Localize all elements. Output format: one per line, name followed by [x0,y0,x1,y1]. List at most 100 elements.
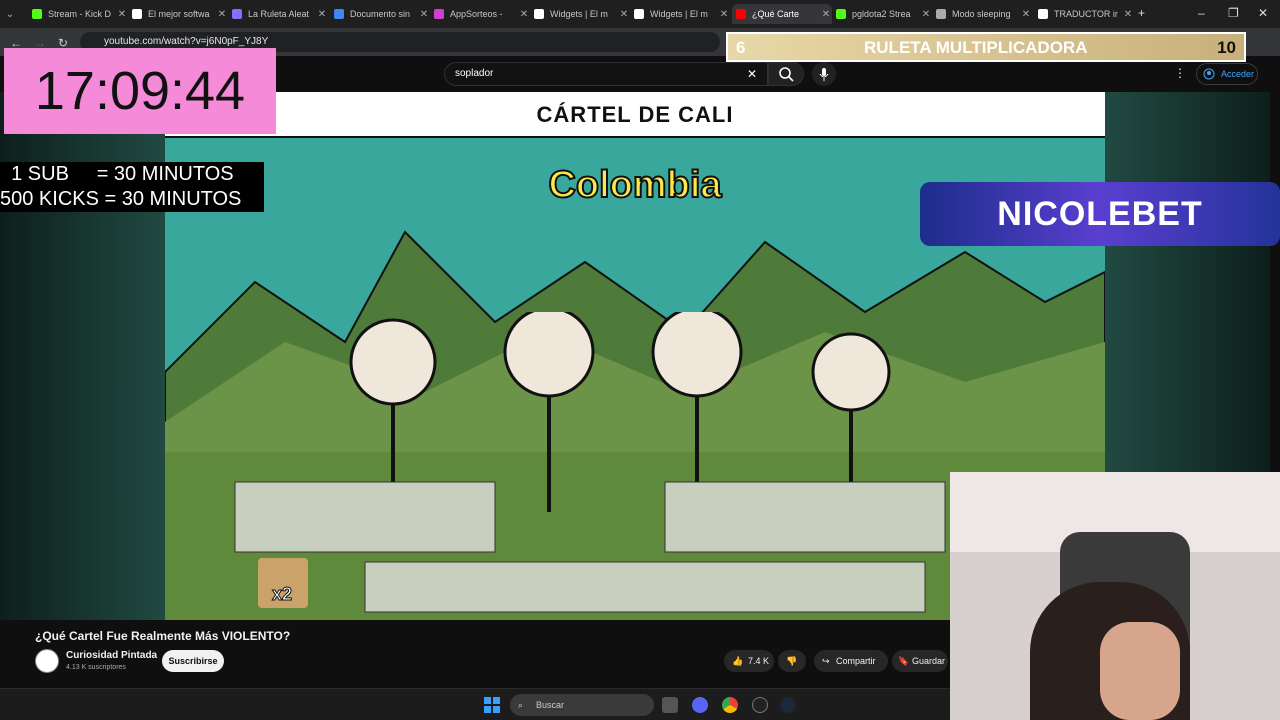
account-icon [1203,68,1215,80]
save-label: Guardar [912,656,946,666]
browser-tab[interactable]: Widgets | El m ✕ [530,4,630,24]
tab-favicon-icon [534,9,544,19]
sub-rule: 1 SUB = 30 MINUTOS [0,163,234,185]
tab-favicon-icon [936,9,946,19]
tab-close-icon[interactable]: ✕ [418,9,430,20]
like-button[interactable]: 👍 7.4 K [724,650,774,672]
browser-tab[interactable]: La Ruleta Aleat ✕ [228,4,328,24]
thumbs-up-icon: 👍 [732,656,744,666]
roulette-multiplier-widget: 6 RULETA MULTIPLICADORA 10 [726,32,1246,62]
tab-close-icon[interactable]: ✕ [920,9,932,20]
tab-label: ¿Qué Carte [752,9,800,19]
tab-favicon-icon [1038,9,1048,19]
tab-close-icon[interactable]: ✕ [116,9,128,20]
video-title: ¿Qué Cartel Fue Realmente Más VIOLENTO? [35,629,291,643]
tab-favicon-icon [434,9,444,19]
video-banner-title: CÁRTEL DE CALI [165,92,1105,138]
tab-favicon-icon [232,9,242,19]
tab-close-icon[interactable]: ✕ [518,9,530,20]
dislike-button[interactable]: 👎 [778,650,806,672]
more-options-icon[interactable]: ⋮ [1174,66,1186,80]
windows-start-icon[interactable] [484,697,500,713]
webcam-overlay [950,472,1280,720]
search-value: soplador [455,68,494,79]
sponsor-banner: NICOLEBET [920,182,1280,246]
voice-search-button[interactable] [812,62,836,86]
steam-icon[interactable] [780,697,796,713]
browser-tab[interactable]: ¿Qué Carte ✕ [732,4,832,24]
sign-in-label: Acceder [1221,69,1255,79]
search-input[interactable]: soplador ✕ [444,62,768,86]
kicks-rule: 500 KICKS = 30 MINUTOS [0,188,242,210]
tab-label: Modo sleeping [952,9,1011,19]
tab-close-icon[interactable]: ✕ [1020,9,1032,20]
subathon-rules: 1 SUB = 30 MINUTOS 500 KICKS = 30 MINUTO… [0,162,264,212]
close-window-icon[interactable]: ✕ [1258,6,1268,20]
browser-tab[interactable]: El mejor softwa ✕ [128,4,228,24]
tab-close-icon[interactable]: ✕ [718,9,730,20]
channel-name[interactable]: Curiosidad Pintada [66,650,157,661]
share-label: Compartir [836,656,876,666]
tab-label: La Ruleta Aleat [248,9,310,19]
tab-label: El mejor softwa [148,9,210,19]
tab-label: TRADUCTOR ir [1054,9,1118,19]
bookmark-icon: 🔖 [898,656,910,666]
windows-taskbar: ⌕ Buscar [0,688,950,720]
tab-close-icon[interactable]: ✕ [1122,9,1134,20]
tab-favicon-icon [334,9,344,19]
stream-timer: 17:09:44 [4,48,276,134]
discord-icon[interactable] [692,697,708,713]
tab-favicon-icon [32,9,42,19]
tab-favicon-icon [634,9,644,19]
santa-dog-emote: x2 [258,558,308,608]
obs-icon[interactable] [752,697,768,713]
channel-avatar[interactable] [35,649,59,673]
new-tab-icon[interactable]: + [1138,6,1145,20]
tab-label: Documento sin [350,9,411,19]
subscriber-count: 4.13 K suscriptores [66,664,126,671]
browser-tab[interactable]: AppSorteos - ✕ [430,4,530,24]
share-icon: ↪ [822,656,830,666]
face [1100,622,1180,720]
tab-label: Widgets | El m [550,9,608,19]
browser-tab[interactable]: Widgets | El m ✕ [630,4,730,24]
search-icon [779,67,794,82]
microphone-icon [819,68,829,81]
share-button[interactable]: ↪ Compartir [814,650,888,672]
tab-label: AppSorteos - [450,9,503,19]
minimize-icon[interactable]: – [1198,6,1205,20]
search-button[interactable] [768,62,804,86]
save-button[interactable]: 🔖 Guardar [892,650,948,672]
url-text: youtube.com/watch?v=j6N0pF_YJ8Y [104,36,269,47]
taskbar-search-input[interactable]: ⌕ Buscar [510,694,654,716]
browser-tab-strip: ⌄ Stream - Kick D ✕ El mejor softwa ✕ La Rul… [0,0,1280,28]
taskbar-search-icon: ⌕ [518,700,524,710]
tab-close-icon[interactable]: ✕ [820,9,832,20]
browser-tab[interactable]: Documento sin ✕ [330,4,430,24]
roulette-right-value: 10 [1217,38,1236,57]
subscribe-button[interactable]: Suscribirse [162,650,224,672]
tab-close-icon[interactable]: ✕ [316,9,328,20]
sign-in-button[interactable]: Acceder [1196,63,1258,85]
multiplier-label: x2 [271,584,293,605]
tab-label: Stream - Kick D [48,9,112,19]
like-count: 7.4 K [748,656,770,666]
maximize-icon[interactable]: ❐ [1228,6,1239,20]
tab-search-button[interactable]: ⌄ [0,4,24,24]
browser-tab[interactable]: TRADUCTOR ir ✕ [1034,4,1134,24]
tab-favicon-icon [736,9,746,19]
tab-favicon-icon [836,9,846,19]
task-view-icon[interactable] [662,697,678,713]
browser-tab[interactable]: Modo sleeping ✕ [932,4,1032,24]
tab-favicon-icon [132,9,142,19]
clear-search-icon[interactable]: ✕ [747,63,757,85]
tab-label: pgldota2 Strea [852,9,911,19]
tab-close-icon[interactable]: ✕ [618,9,630,20]
tab-close-icon[interactable]: ✕ [216,9,228,20]
roulette-left-value: 6 [736,38,746,57]
browser-tab[interactable]: Stream - Kick D ✕ [28,4,128,24]
taskbar-search-placeholder: Buscar [536,700,565,710]
chrome-icon[interactable] [722,697,738,713]
tab-label: Widgets | El m [650,9,708,19]
browser-tab[interactable]: pgldota2 Strea ✕ [832,4,932,24]
